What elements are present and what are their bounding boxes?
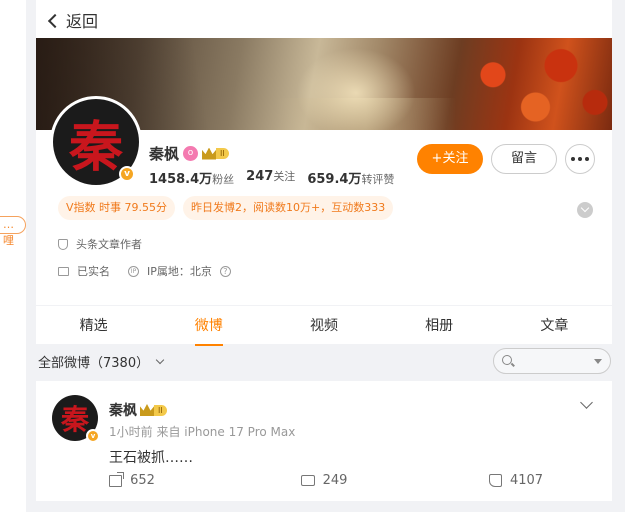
profile-stats: 1458.4万粉丝 247关注 659.4万转评赞 bbox=[149, 168, 394, 187]
crown-icon bbox=[140, 404, 154, 416]
forward-button[interactable]: 652 bbox=[36, 471, 228, 488]
post-text: 王石被抓…… bbox=[109, 450, 193, 466]
comment-count: 249 bbox=[322, 473, 348, 488]
verified-v-icon: v bbox=[119, 166, 135, 182]
chevron-down-icon bbox=[155, 355, 165, 365]
verified-v-icon: v bbox=[86, 429, 100, 443]
shield-icon bbox=[58, 238, 68, 250]
more-options-button[interactable] bbox=[565, 144, 595, 174]
post-filter-dropdown[interactable]: 全部微博（7380） bbox=[38, 352, 165, 371]
v-index-tag[interactable]: V指数 时事 79.55分 bbox=[58, 196, 176, 220]
member-level-badge[interactable]: II bbox=[202, 147, 229, 160]
crown-icon bbox=[202, 147, 217, 160]
level-label: II bbox=[216, 148, 229, 159]
back-label: 返回 bbox=[66, 12, 99, 31]
message-button[interactable]: 留言 bbox=[491, 144, 557, 174]
back-button[interactable]: 返回 bbox=[47, 8, 99, 32]
stat-followers[interactable]: 1458.4万粉丝 bbox=[149, 168, 234, 187]
search-icon bbox=[502, 355, 512, 365]
role-line: 头条文章作者 bbox=[58, 236, 142, 252]
id-card-icon bbox=[58, 266, 69, 276]
identity-line: 已实名 IP IP属地：北京 ? bbox=[58, 263, 231, 279]
profile-name-row: 秦枫 o II bbox=[149, 143, 229, 164]
verified-text: 已实名 bbox=[77, 265, 110, 278]
follow-button[interactable]: +关注 bbox=[417, 144, 483, 174]
profile-card: 秦 v 秦枫 o II 1458.4万粉丝 247关注 659.4万转评赞 +关… bbox=[36, 96, 612, 305]
filter-label: 全部微博（7380） bbox=[38, 356, 150, 371]
level-label: II bbox=[154, 404, 167, 416]
tab-articles[interactable]: 文章 bbox=[534, 315, 574, 335]
pink-badge-icon[interactable]: o bbox=[183, 146, 199, 161]
post-search-input[interactable] bbox=[493, 348, 611, 374]
forward-icon bbox=[109, 471, 125, 487]
like-count: 4107 bbox=[509, 473, 544, 488]
help-icon[interactable]: ? bbox=[219, 265, 231, 277]
activity-tag[interactable]: 昨日发博2，阅读数10万+，互动数333 bbox=[183, 196, 394, 220]
tab-album[interactable]: 相册 bbox=[419, 315, 459, 335]
forward-count: 652 bbox=[130, 473, 155, 488]
comment-icon bbox=[300, 475, 315, 486]
caret-down-icon[interactable] bbox=[594, 359, 602, 364]
thumbs-up-icon bbox=[488, 474, 502, 487]
tab-video[interactable]: 视频 bbox=[304, 315, 344, 335]
top-bar: 返回 bbox=[36, 0, 612, 38]
profile-tabs: 精选 微博 视频 相册 文章 bbox=[36, 306, 612, 344]
left-panel-edge: …哩 bbox=[0, 0, 26, 512]
right-gutter bbox=[612, 0, 625, 512]
post-card: 秦 v 秦枫 II 1小时前 来自 iPhone 17 Pro Max 王石被抓… bbox=[36, 381, 612, 501]
tab-weibo[interactable]: 微博 bbox=[189, 315, 229, 335]
ip-location-text: IP属地：北京 bbox=[147, 265, 212, 278]
member-level-badge[interactable]: II bbox=[140, 404, 167, 417]
post-author-name[interactable]: 秦枫 bbox=[109, 400, 137, 420]
profile-name: 秦枫 bbox=[149, 145, 180, 163]
seal-glyph: 秦 bbox=[60, 403, 90, 436]
post-meta: 1小时前 来自 iPhone 17 Pro Max bbox=[109, 425, 296, 439]
post-author-row: 秦枫 II bbox=[109, 400, 167, 420]
post-actions: 652 249 4107 bbox=[36, 471, 612, 488]
comment-button[interactable]: 249 bbox=[228, 473, 420, 488]
ip-icon: IP bbox=[128, 265, 139, 277]
like-button[interactable]: 4107 bbox=[420, 473, 612, 488]
stat-following[interactable]: 247关注 bbox=[246, 168, 295, 187]
role-text: 头条文章作者 bbox=[76, 238, 142, 251]
tab-featured[interactable]: 精选 bbox=[74, 315, 114, 335]
seal-glyph: 秦 bbox=[69, 114, 123, 179]
dot-icon bbox=[571, 157, 575, 161]
post-menu-chevron-icon[interactable] bbox=[580, 396, 593, 409]
expand-chevron-icon[interactable] bbox=[577, 202, 593, 218]
chevron-left-icon bbox=[47, 13, 63, 28]
stat-interactions[interactable]: 659.4万转评赞 bbox=[307, 168, 394, 187]
profile-tags: V指数 时事 79.55分 昨日发博2，阅读数10万+，互动数333 bbox=[58, 196, 394, 220]
left-tag: …哩 bbox=[0, 216, 26, 247]
